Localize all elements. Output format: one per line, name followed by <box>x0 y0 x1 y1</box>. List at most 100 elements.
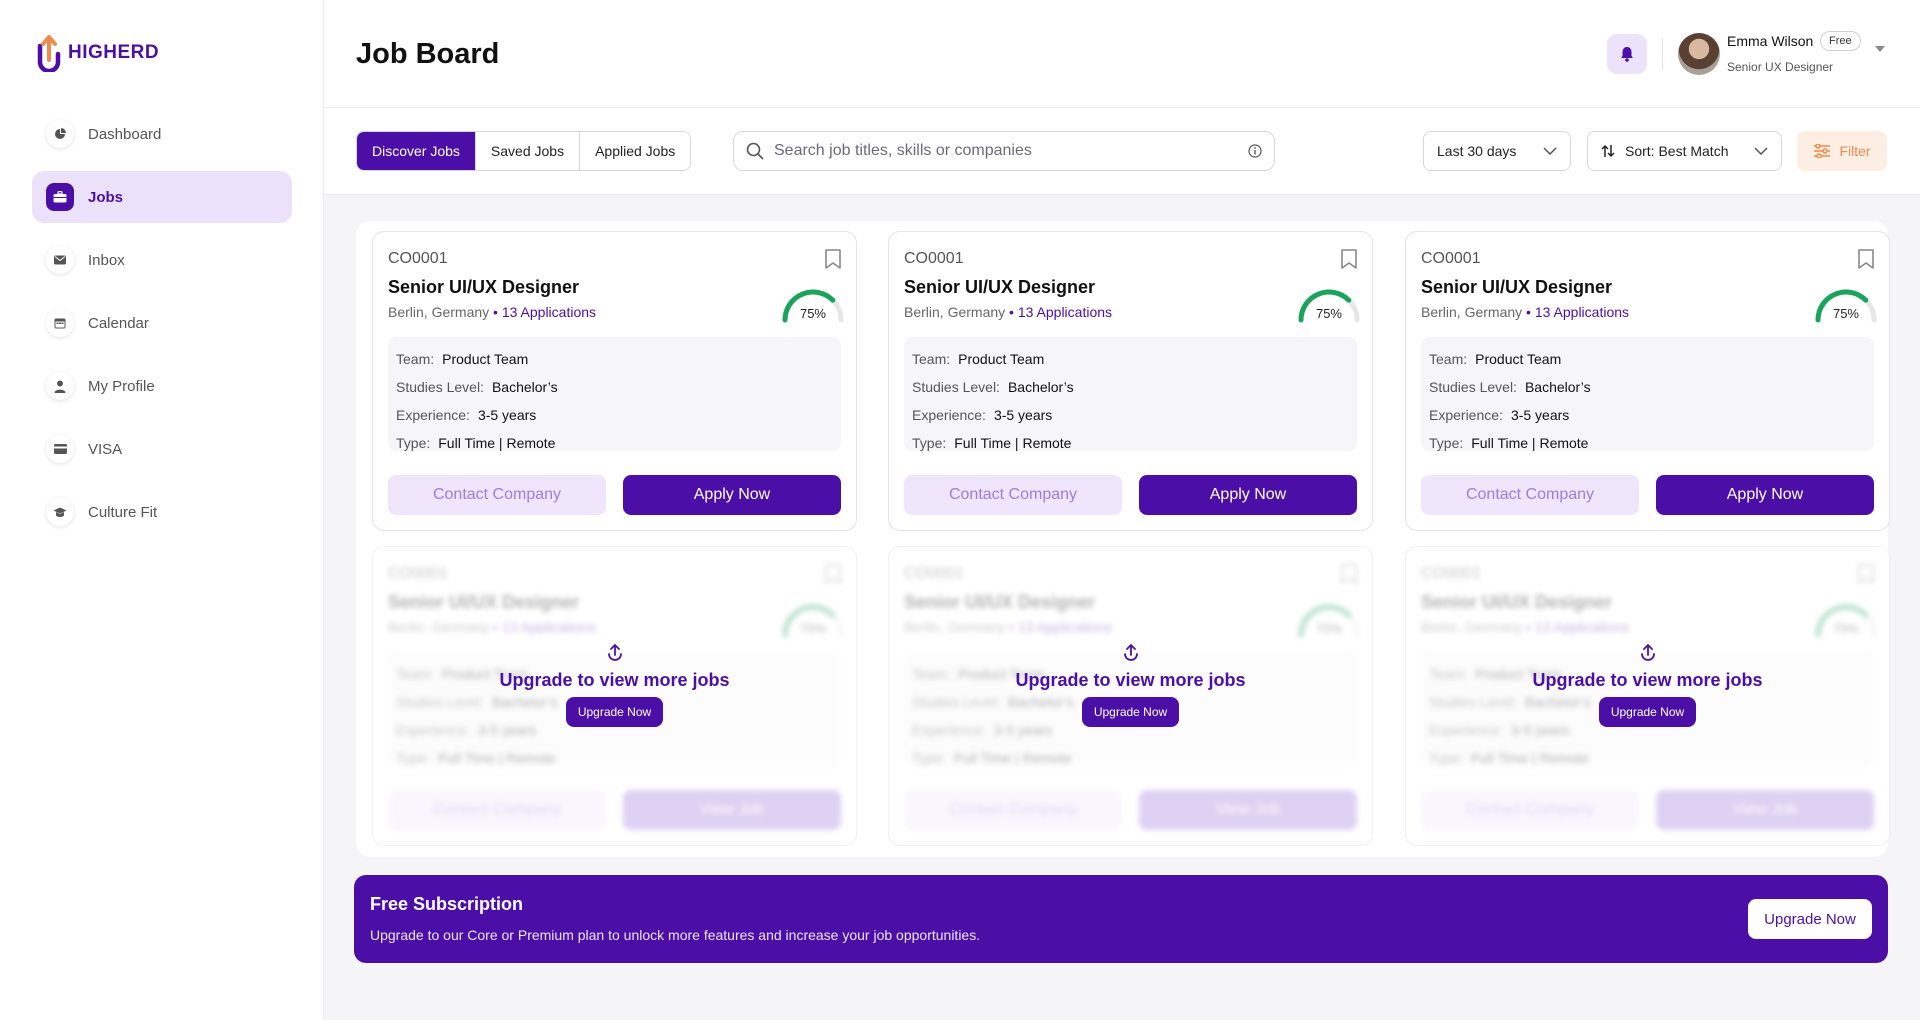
sidebar-item-jobs[interactable]: Jobs <box>32 171 292 223</box>
contact-company-button[interactable]: Contact Company <box>904 475 1122 515</box>
detail-label: Type: <box>912 435 947 451</box>
search-icon <box>746 142 764 160</box>
bookmark-icon[interactable] <box>1340 563 1358 585</box>
sidebar-item-culture-fit[interactable]: Culture Fit <box>32 486 292 538</box>
detail-type: Type: Full Time | Remote <box>396 429 833 457</box>
applications-count[interactable]: • 13 Applications <box>493 304 596 320</box>
detail-type: Type: Full Time | Remote <box>912 429 1349 457</box>
upgrade-now-button[interactable]: Upgrade Now <box>1081 697 1180 727</box>
apply-now-button[interactable]: Apply Now <box>1139 475 1357 515</box>
calendar-icon <box>46 309 74 337</box>
detail-value: Full Time | Remote <box>954 750 1072 766</box>
tab-saved-jobs[interactable]: Saved Jobs <box>475 132 581 170</box>
contact-company-button[interactable]: Contact Company <box>388 475 606 515</box>
upgrade-message: Upgrade to view more jobs <box>499 670 730 690</box>
detail-value: Bachelor’s <box>491 379 558 395</box>
graduation-cap-icon <box>46 498 74 526</box>
bookmark-icon[interactable] <box>824 248 842 270</box>
detail-label: Studies Level: <box>912 379 1000 395</box>
search-input[interactable] <box>774 142 1248 160</box>
locked-job-card: CO0001 Senior UI/UX Designer Berlin, Germa… <box>888 546 1373 846</box>
bookmark-icon[interactable] <box>1857 563 1875 585</box>
banner-title: Free Subscription <box>370 894 524 914</box>
job-location-line: Berlin, Germany • 13 Applications <box>388 619 596 635</box>
envelope-icon <box>46 246 74 274</box>
detail-value: 3-5 years <box>477 407 537 423</box>
banner-text: Upgrade to our Core or Premium plan to u… <box>370 927 981 943</box>
job-card[interactable]: CO0001 Senior UI/UX Designer Berlin, Germa… <box>1405 231 1890 531</box>
contact-company-button[interactable]: Contact Company <box>904 790 1122 830</box>
apply-now-button[interactable]: Apply Now <box>1656 475 1874 515</box>
detail-label: Type: <box>912 750 947 766</box>
job-location: Berlin, Germany <box>1421 619 1523 635</box>
avatar[interactable] <box>1678 33 1720 75</box>
sidebar-item-my-profile[interactable]: My Profile <box>32 360 292 412</box>
view-job-button[interactable]: View Job <box>1139 790 1357 830</box>
applications-text: 13 Applications <box>1017 304 1113 320</box>
bookmark-icon[interactable] <box>1857 248 1875 270</box>
match-percent: 75% <box>1315 621 1342 636</box>
sidebar-item-dashboard[interactable]: Dashboard <box>32 108 292 160</box>
upgrade-overlay: Upgrade to view more jobs Upgrade Now <box>373 642 856 727</box>
detail-studies: Studies Level: Bachelor’s <box>396 373 833 401</box>
applications-count[interactable]: • 13 Applications <box>1526 304 1629 320</box>
contact-company-button[interactable]: Contact Company <box>388 790 606 830</box>
applications-count[interactable]: • 13 Applications <box>1526 619 1629 635</box>
sort-dropdown[interactable]: Sort: Best Match <box>1587 131 1782 171</box>
detail-value: 3-5 years <box>1510 407 1570 423</box>
applications-text: 13 Applications <box>1534 304 1630 320</box>
detail-value: Product Team <box>442 351 529 367</box>
sort-label: Sort: Best Match <box>1625 143 1729 159</box>
applications-count[interactable]: • 13 Applications <box>493 619 596 635</box>
search-box[interactable] <box>733 131 1275 171</box>
job-card[interactable]: CO0001 Senior UI/UX Designer Berlin, Germa… <box>888 231 1373 531</box>
detail-value: Product Team <box>958 351 1045 367</box>
match-percent: 75% <box>799 621 826 636</box>
bookmark-icon[interactable] <box>1340 248 1358 270</box>
header: Job Board Emma Wilson Free Senior UX Des… <box>324 0 1920 108</box>
detail-value: Product Team <box>1475 351 1562 367</box>
sidebar-item-visa[interactable]: VISA <box>32 423 292 475</box>
job-details: Team: Product Team Studies Level: Bachelor’… <box>904 337 1357 451</box>
view-job-button[interactable]: View Job <box>1656 790 1874 830</box>
logo[interactable]: HIGHERD <box>36 34 159 72</box>
upgrade-now-button[interactable]: Upgrade Now <box>565 697 664 727</box>
sidebar-item-label: Jobs <box>88 188 124 206</box>
sidebar: HIGHERD Dashboard Jobs Inbox Calendar My Pro… <box>0 0 324 1020</box>
credit-card-icon <box>46 435 74 463</box>
detail-label: Type: <box>1429 435 1464 451</box>
header-divider <box>1662 38 1663 70</box>
date-range-dropdown[interactable]: Last 30 days <box>1423 131 1571 171</box>
match-percent: 75% <box>799 306 826 321</box>
sidebar-item-calendar[interactable]: Calendar <box>32 297 292 349</box>
contact-company-button[interactable]: Contact Company <box>1421 790 1639 830</box>
job-location: Berlin, Germany <box>388 304 490 320</box>
banner-upgrade-button[interactable]: Upgrade Now <box>1748 899 1872 939</box>
notifications-button[interactable] <box>1607 34 1647 74</box>
user-name: Emma Wilson <box>1727 33 1814 49</box>
logo-icon <box>37 35 61 72</box>
detail-experience: Experience: 3-5 years <box>1429 401 1866 429</box>
applications-count[interactable]: • 13 Applications <box>1009 619 1112 635</box>
contact-company-button[interactable]: Contact Company <box>1421 475 1639 515</box>
tab-applied-jobs[interactable]: Applied Jobs <box>580 132 691 170</box>
detail-label: Studies Level: <box>1429 379 1517 395</box>
apply-now-button[interactable]: Apply Now <box>623 475 841 515</box>
applications-text: 13 Applications <box>501 304 597 320</box>
chevron-down-icon[interactable] <box>1875 46 1885 52</box>
date-range-label: Last 30 days <box>1437 143 1517 159</box>
plan-badge: Free <box>1820 31 1861 51</box>
tab-discover-jobs[interactable]: Discover Jobs <box>357 132 476 170</box>
job-card[interactable]: CO0001 Senior UI/UX Designer Berlin, Germa… <box>372 231 857 531</box>
detail-studies: Studies Level: Bachelor’s <box>912 373 1349 401</box>
info-icon[interactable] <box>1248 144 1262 158</box>
sidebar-item-label: Calendar <box>88 314 149 332</box>
filter-button[interactable]: Filter <box>1797 131 1887 171</box>
sidebar-item-inbox[interactable]: Inbox <box>32 234 292 286</box>
subscription-banner: Free Subscription Upgrade to our Core or… <box>354 875 1888 963</box>
detail-value: Full Time | Remote <box>1471 435 1589 451</box>
bookmark-icon[interactable] <box>824 563 842 585</box>
view-job-button[interactable]: View Job <box>623 790 841 830</box>
applications-count[interactable]: • 13 Applications <box>1009 304 1112 320</box>
upgrade-now-button[interactable]: Upgrade Now <box>1598 697 1697 727</box>
